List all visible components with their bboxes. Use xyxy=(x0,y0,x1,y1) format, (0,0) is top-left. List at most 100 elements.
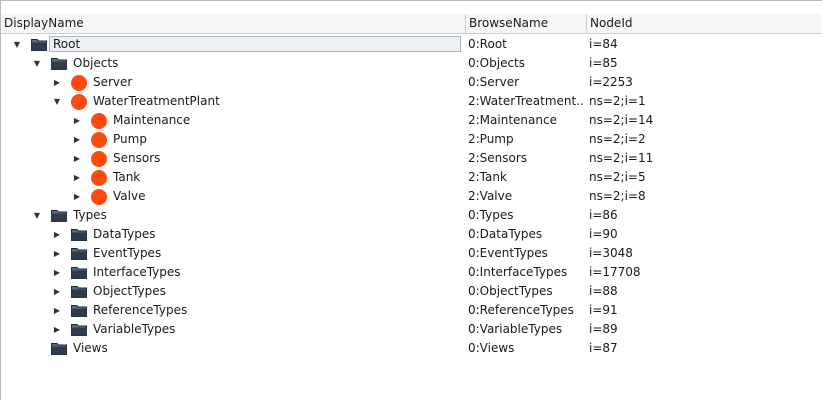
displayname-cell[interactable]: ▶ Server xyxy=(1,73,463,92)
column-header-browsename[interactable]: BrowseName xyxy=(466,14,587,33)
browsename-cell[interactable]: 0:Types xyxy=(468,206,584,225)
nodeid-cell[interactable]: i=86 xyxy=(589,206,819,225)
folder-icon xyxy=(51,343,67,355)
browsename-cell[interactable]: 0:Root xyxy=(468,35,584,54)
tree-row[interactable]: ▶ ObjectTypes 0:ObjectTypes i=88 xyxy=(1,282,822,301)
displayname-cell[interactable]: ▶ EventTypes xyxy=(1,244,463,263)
tree-row[interactable]: ▶ VariableTypes 0:VariableTypes i=89 xyxy=(1,320,822,339)
browsename-cell[interactable]: 0:DataTypes xyxy=(468,225,584,244)
tree-row[interactable]: ▶ Pump 2:Pump ns=2;i=2 xyxy=(1,130,822,149)
node-display-name: VariableTypes xyxy=(93,322,176,336)
browsename-cell[interactable]: 0:Views xyxy=(468,339,584,358)
displayname-cell[interactable]: ▶ Valve xyxy=(1,187,463,206)
node-display-name: Pump xyxy=(113,132,147,146)
displayname-cell[interactable]: ▶ Tank xyxy=(1,168,463,187)
browsename-cell[interactable]: 2:Sensors xyxy=(468,149,584,168)
browsename-cell[interactable]: 0:VariableTypes xyxy=(468,320,584,339)
browsename-cell[interactable]: 0:Objects xyxy=(468,54,584,73)
expand-arrow-right-icon[interactable]: ▶ xyxy=(71,168,83,187)
expand-arrow-right-icon[interactable]: ▶ xyxy=(51,244,63,263)
expand-arrow-down-icon[interactable]: ▼ xyxy=(51,92,63,111)
tree-row[interactable]: ▶ ReferenceTypes 0:ReferenceTypes i=91 xyxy=(1,301,822,320)
nodeid-cell[interactable]: i=3048 xyxy=(589,244,819,263)
nodeid-cell[interactable]: i=2253 xyxy=(589,73,819,92)
browsename-cell[interactable]: 2:Tank xyxy=(468,168,584,187)
expand-arrow-down-icon[interactable]: ▼ xyxy=(31,206,43,225)
nodeid-cell[interactable]: i=90 xyxy=(589,225,819,244)
tree-row[interactable]: ▶ DataTypes 0:DataTypes i=90 xyxy=(1,225,822,244)
expand-arrow-right-icon[interactable]: ▶ xyxy=(71,187,83,206)
displayname-cell[interactable]: ▼ Root xyxy=(1,35,463,54)
expand-arrow-down-icon[interactable]: ▼ xyxy=(31,54,43,73)
displayname-cell[interactable]: Views xyxy=(1,339,463,358)
folder-icon xyxy=(71,324,87,336)
tree-row[interactable]: ▶ Maintenance 2:Maintenance ns=2;i=14 xyxy=(1,111,822,130)
displayname-cell[interactable]: ▶ InterfaceTypes xyxy=(1,263,463,282)
expand-arrow-right-icon[interactable]: ▶ xyxy=(51,73,63,92)
tree-row[interactable]: ▼ Root 0:Root i=84 xyxy=(1,35,822,54)
displayname-cell[interactable]: ▶ Maintenance xyxy=(1,111,463,130)
tree-row[interactable]: ▶ Tank 2:Tank ns=2;i=5 xyxy=(1,168,822,187)
displayname-cell[interactable]: ▶ DataTypes xyxy=(1,225,463,244)
displayname-cell[interactable]: ▼ WaterTreatmentPlant xyxy=(1,92,463,111)
object-icon xyxy=(91,189,107,205)
nodeid-cell[interactable]: i=87 xyxy=(589,339,819,358)
nodeid-cell[interactable]: ns=2;i=11 xyxy=(589,149,819,168)
expand-arrow-right-icon[interactable]: ▶ xyxy=(71,111,83,130)
tree-row[interactable]: ▼ Objects 0:Objects i=85 xyxy=(1,54,822,73)
tree-row[interactable]: ▼ Types 0:Types i=86 xyxy=(1,206,822,225)
nodeid-cell[interactable]: ns=2;i=8 xyxy=(589,187,819,206)
address-space-tree[interactable]: DisplayName BrowseName NodeId ▼ Root 0:Roo… xyxy=(0,0,822,400)
nodeid-cell[interactable]: i=84 xyxy=(589,35,819,54)
nodeid-cell[interactable]: i=88 xyxy=(589,282,819,301)
browsename-cell[interactable]: 0:InterfaceTypes xyxy=(468,263,584,282)
tree-row[interactable]: ▶ EventTypes 0:EventTypes i=3048 xyxy=(1,244,822,263)
node-display-name: Root xyxy=(53,37,81,51)
nodeid-cell[interactable]: i=91 xyxy=(589,301,819,320)
browsename-cell[interactable]: 2:Maintenance xyxy=(468,111,584,130)
tree-row[interactable]: ▼ WaterTreatmentPlant 2:WaterTreatment... n… xyxy=(1,92,822,111)
displayname-cell[interactable]: ▼ Objects xyxy=(1,54,463,73)
tree-row[interactable]: ▶ InterfaceTypes 0:InterfaceTypes i=17708 xyxy=(1,263,822,282)
column-header-displayname[interactable]: DisplayName xyxy=(1,14,466,33)
browsename-cell[interactable]: 0:ReferenceTypes xyxy=(468,301,584,320)
browsename-cell[interactable]: 2:Valve xyxy=(468,187,584,206)
node-display-name: DataTypes xyxy=(93,227,156,241)
column-header-nodeid[interactable]: NodeId xyxy=(587,14,822,33)
expand-arrow-down-icon[interactable]: ▼ xyxy=(11,35,23,54)
expand-arrow-right-icon[interactable]: ▶ xyxy=(51,225,63,244)
tree-row[interactable]: ▶ Server 0:Server i=2253 xyxy=(1,73,822,92)
browsename-cell[interactable]: 2:WaterTreatment... xyxy=(468,92,584,111)
node-display-name: ReferenceTypes xyxy=(93,303,188,317)
nodeid-cell[interactable]: i=17708 xyxy=(589,263,819,282)
nodeid-cell[interactable]: ns=2;i=1 xyxy=(589,92,819,111)
nodeid-cell[interactable]: i=85 xyxy=(589,54,819,73)
folder-icon xyxy=(51,210,67,222)
expand-arrow-right-icon[interactable]: ▶ xyxy=(51,282,63,301)
displayname-cell[interactable]: ▼ Types xyxy=(1,206,463,225)
displayname-cell[interactable]: ▶ VariableTypes xyxy=(1,320,463,339)
nodeid-cell[interactable]: ns=2;i=5 xyxy=(589,168,819,187)
expand-arrow-right-icon[interactable]: ▶ xyxy=(51,301,63,320)
displayname-cell[interactable]: ▶ ObjectTypes xyxy=(1,282,463,301)
tree-row[interactable]: Views 0:Views i=87 xyxy=(1,339,822,358)
node-display-name: ObjectTypes xyxy=(93,284,166,298)
browsename-cell[interactable]: 0:Server xyxy=(468,73,584,92)
expand-arrow-right-icon[interactable]: ▶ xyxy=(51,320,63,339)
displayname-cell[interactable]: ▶ Pump xyxy=(1,130,463,149)
browsename-cell[interactable]: 0:ObjectTypes xyxy=(468,282,584,301)
folder-icon xyxy=(71,267,87,279)
tree-row[interactable]: ▶ Valve 2:Valve ns=2;i=8 xyxy=(1,187,822,206)
expand-arrow-right-icon[interactable]: ▶ xyxy=(71,130,83,149)
expand-arrow-right-icon[interactable]: ▶ xyxy=(51,263,63,282)
displayname-cell[interactable]: ▶ ReferenceTypes xyxy=(1,301,463,320)
nodeid-cell[interactable]: ns=2;i=2 xyxy=(589,130,819,149)
nodeid-cell[interactable]: i=89 xyxy=(589,320,819,339)
browsename-cell[interactable]: 2:Pump xyxy=(468,130,584,149)
tree-row[interactable]: ▶ Sensors 2:Sensors ns=2;i=11 xyxy=(1,149,822,168)
nodeid-cell[interactable]: ns=2;i=14 xyxy=(589,111,819,130)
node-display-name: Types xyxy=(73,208,107,222)
displayname-cell[interactable]: ▶ Sensors xyxy=(1,149,463,168)
expand-arrow-right-icon[interactable]: ▶ xyxy=(71,149,83,168)
browsename-cell[interactable]: 0:EventTypes xyxy=(468,244,584,263)
